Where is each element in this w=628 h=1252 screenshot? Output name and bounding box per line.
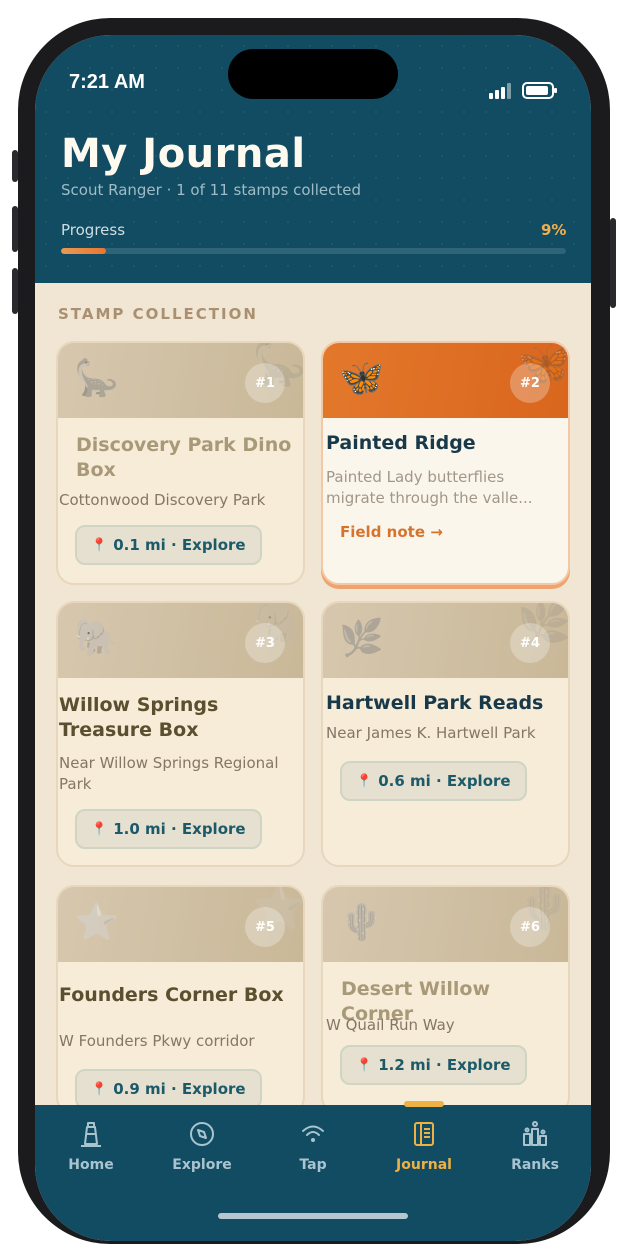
tab-explore[interactable]: Explore — [152, 1115, 252, 1185]
card-location: W Quail Run Way — [326, 1016, 455, 1034]
tab-home[interactable]: Home — [41, 1115, 141, 1185]
explore-button[interactable]: 📍 1.0 mi · Explore — [75, 809, 262, 849]
card-header: 🐘 🐘 #3 — [58, 603, 303, 678]
journal-header: 7:21 AM My Journal Scout Ranger · 1 of 1… — [35, 35, 591, 283]
card-title: Willow Springs Treasure Box — [59, 694, 219, 741]
pin-icon: 📍 — [356, 773, 373, 789]
stamp-card[interactable]: 🌵 🌵 #6 Desert Willow Corner W Quail Run … — [321, 885, 570, 1115]
card-header: ⭐ ⭐ #5 — [58, 887, 303, 962]
progress-bar — [61, 248, 566, 254]
butterfly-icon: 🦋 — [339, 358, 384, 399]
tab-label: Tap — [299, 1157, 327, 1173]
status-time: 7:21 AM — [69, 71, 145, 93]
pin-icon: 📍 — [91, 1081, 108, 1097]
card-header: 🦋 🦋 #2 — [323, 343, 568, 418]
stamp-number-badge: #5 — [245, 907, 285, 947]
field-note-link[interactable]: Field note → — [340, 523, 443, 541]
card-title: Founders Corner Box — [59, 984, 284, 1006]
dynamic-island — [228, 49, 398, 99]
section-label: STAMP COLLECTION — [58, 305, 258, 323]
active-tab-indicator — [404, 1101, 444, 1107]
card-header: 🌿 🌿 #4 — [323, 603, 568, 678]
explore-button-label: 1.0 mi · Explore — [113, 820, 246, 838]
cactus-icon: 🌵 — [339, 902, 384, 943]
journal-subtitle: Scout Ranger · 1 of 11 stamps collected — [61, 181, 361, 199]
tab-label: Explore — [172, 1157, 232, 1173]
page-title: My Journal — [61, 131, 306, 177]
card-title: Hartwell Park Reads — [326, 692, 544, 714]
explore-button-label: 1.2 mi · Explore — [378, 1056, 511, 1074]
stamp-card[interactable]: 🐘 🐘 #3 Willow Springs Treasure Box Near … — [56, 601, 305, 867]
pin-icon: 📍 — [356, 1057, 373, 1073]
card-title: Discovery Park Dino Box — [76, 434, 292, 481]
stamp-card-unlocked[interactable]: 🦋 🦋 #2 Painted Ridge Painted Lady butter… — [321, 341, 570, 585]
herb-icon: 🌿 — [339, 618, 384, 659]
podium-icon — [523, 1121, 547, 1146]
tab-label: Home — [68, 1157, 114, 1173]
compass-icon — [190, 1122, 214, 1146]
battery-icon — [522, 82, 557, 99]
wireless-icon — [302, 1125, 324, 1142]
pin-icon: 📍 — [91, 821, 108, 837]
stamp-number-badge: #1 — [245, 363, 285, 403]
card-location: Near Willow Springs Regional Park — [59, 754, 279, 793]
card-description: Painted Lady butterflies migrate through… — [326, 468, 533, 507]
card-header: 🌵 🌵 #6 — [323, 887, 568, 962]
progress-fill — [61, 248, 107, 254]
signal-icon — [489, 83, 513, 99]
journal-icon — [414, 1122, 434, 1146]
elephant-icon: 🐘 — [74, 618, 119, 659]
mute-switch — [12, 150, 18, 182]
progress-label: Progress — [61, 221, 126, 239]
tab-journal[interactable]: Journal — [374, 1115, 474, 1185]
tab-bar: Home Explore Tap Journal Ranks — [35, 1101, 591, 1241]
stamp-number-badge: #4 — [510, 623, 550, 663]
volume-down-button — [12, 268, 18, 314]
stamp-number-badge: #6 — [510, 907, 550, 947]
card-header: 🦕 🦕 #1 — [58, 343, 303, 418]
stamp-number-badge: #3 — [245, 623, 285, 663]
explore-button[interactable]: 📍 0.6 mi · Explore — [340, 761, 527, 801]
tab-ranks[interactable]: Ranks — [485, 1115, 585, 1185]
stamp-number-badge: #2 — [510, 363, 550, 403]
dinosaur-icon: 🦕 — [74, 358, 119, 399]
stamp-card[interactable]: ⭐ ⭐ #5 Founders Corner Box W Founders Pk… — [56, 885, 305, 1115]
explore-button[interactable]: 📍 0.9 mi · Explore — [75, 1069, 262, 1109]
star-icon: ⭐ — [74, 902, 119, 943]
stamp-card[interactable]: 🌿 🌿 #4 Hartwell Park Reads Near James K.… — [321, 601, 570, 867]
stamp-card[interactable]: 🦕 🦕 #1 Discovery Park Dino Box Cottonwoo… — [56, 341, 305, 585]
card-location: W Founders Pkwy corridor — [59, 1032, 255, 1050]
tab-tap[interactable]: Tap — [263, 1115, 363, 1185]
volume-up-button — [12, 206, 18, 252]
lighthouse-icon — [81, 1122, 101, 1147]
tab-label: Ranks — [511, 1157, 559, 1173]
explore-button-label: 0.9 mi · Explore — [113, 1080, 246, 1098]
app-screen: 7:21 AM My Journal Scout Ranger · 1 of 1… — [35, 35, 591, 1241]
progress-percent: 9% — [541, 221, 567, 239]
explore-button[interactable]: 📍 0.1 mi · Explore — [75, 525, 262, 565]
pin-icon: 📍 — [91, 537, 108, 553]
card-title: Painted Ridge — [326, 432, 476, 454]
card-location: Cottonwood Discovery Park — [59, 491, 266, 509]
tab-label: Journal — [396, 1157, 452, 1173]
home-indicator[interactable] — [218, 1213, 408, 1219]
explore-button-label: 0.6 mi · Explore — [378, 772, 511, 790]
power-button — [610, 218, 616, 308]
explore-button-label: 0.1 mi · Explore — [113, 536, 246, 554]
card-location: Near James K. Hartwell Park — [326, 724, 536, 742]
explore-button[interactable]: 📍 1.2 mi · Explore — [340, 1045, 527, 1085]
